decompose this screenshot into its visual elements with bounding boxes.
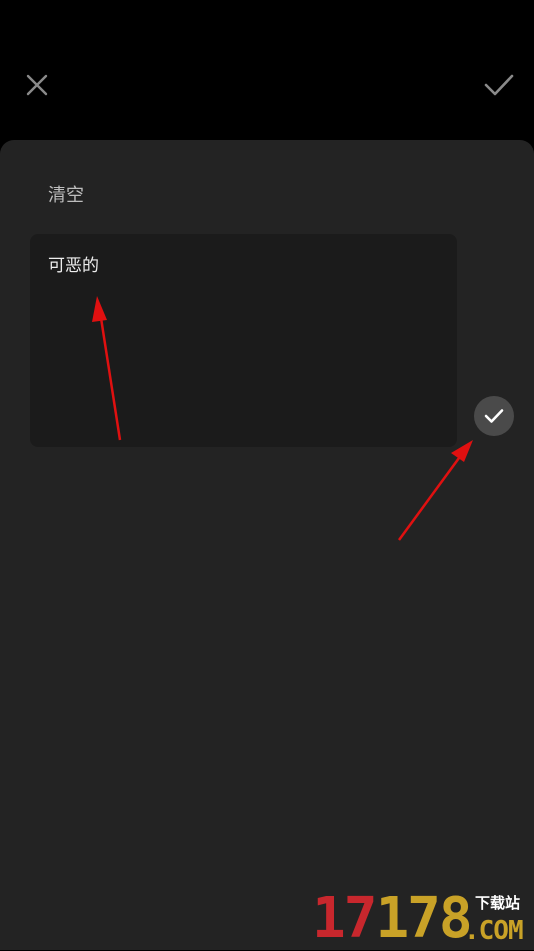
watermark: 17178 下载站 .COM xyxy=(312,890,532,948)
clear-button[interactable]: 清空 xyxy=(48,184,84,208)
check-icon xyxy=(484,74,514,96)
close-button[interactable] xyxy=(15,63,59,107)
check-circle-icon xyxy=(484,409,504,423)
close-icon xyxy=(26,74,48,96)
text-input[interactable]: 可恶的 xyxy=(30,234,457,447)
top-bar xyxy=(0,0,534,140)
apply-text-button[interactable] xyxy=(474,396,514,436)
watermark-digits: 17178 xyxy=(312,886,473,951)
text-input-value: 可恶的 xyxy=(48,256,99,276)
watermark-cn: 下载站 xyxy=(475,894,521,912)
confirm-button[interactable] xyxy=(477,63,521,107)
watermark-com: .COM xyxy=(464,916,524,946)
